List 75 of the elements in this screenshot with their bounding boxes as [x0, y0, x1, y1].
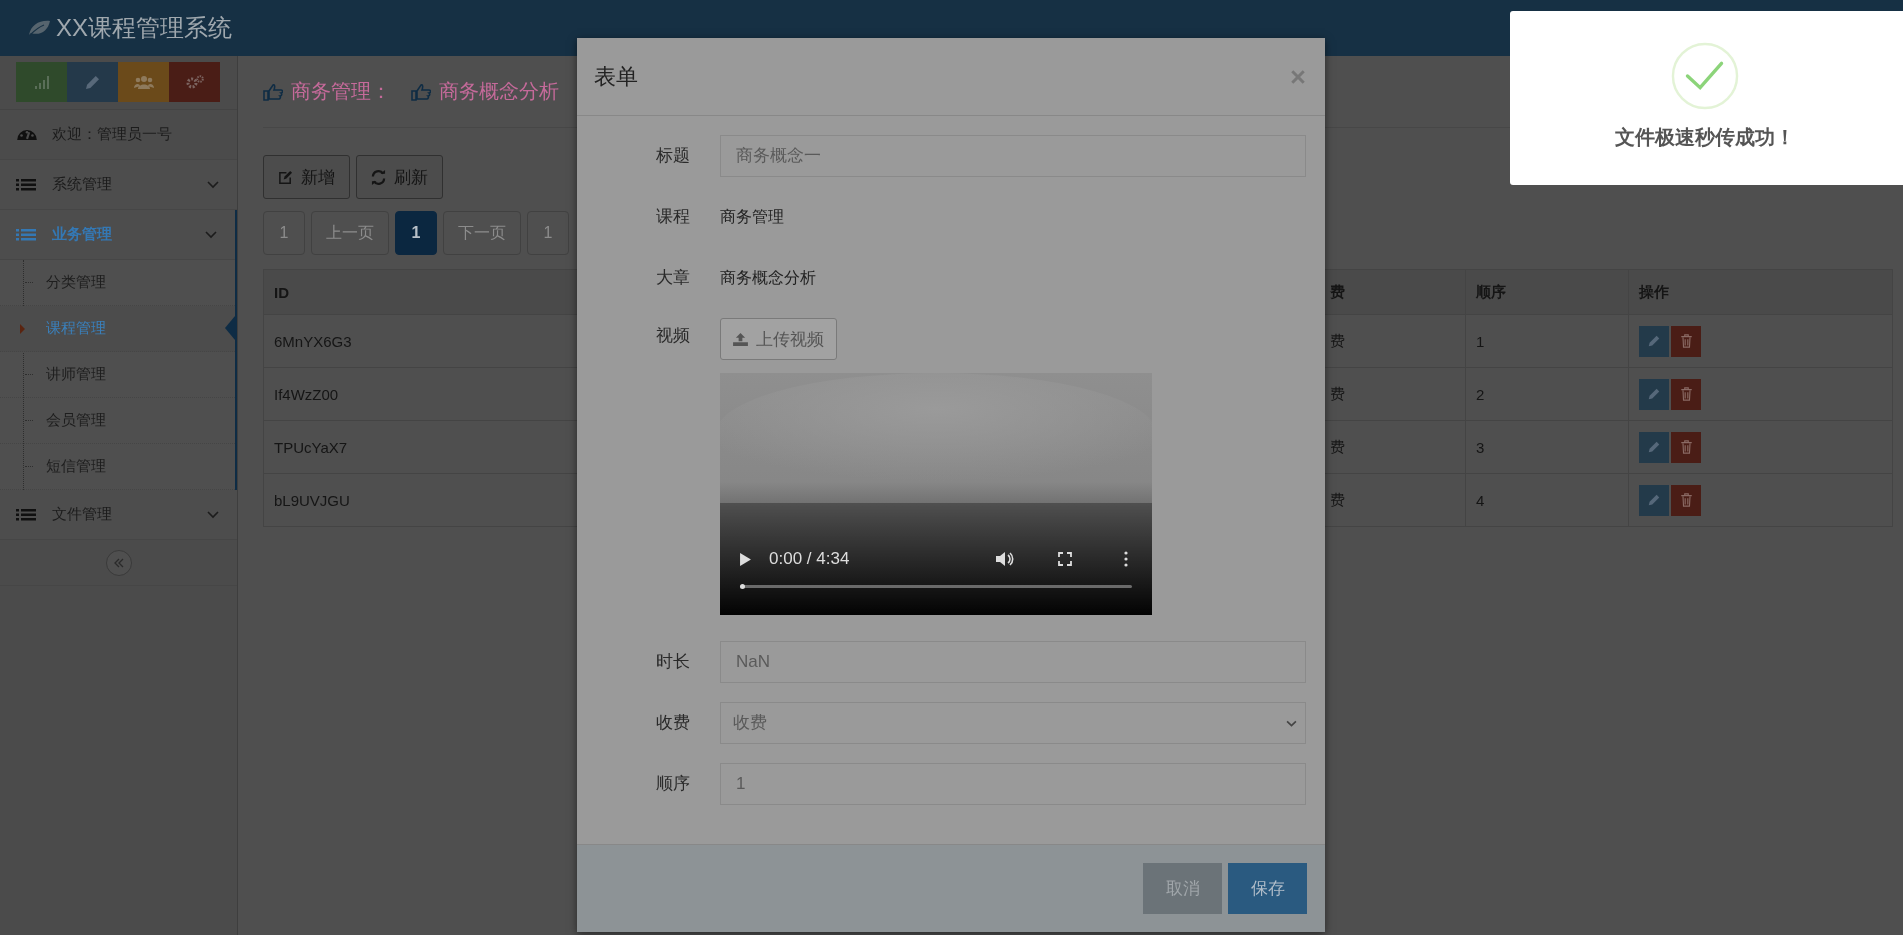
breadcrumb-item: 商务管理： [291, 79, 391, 104]
edit-button[interactable] [1639, 484, 1669, 516]
breadcrumb-item: 商务概念分析 [439, 79, 559, 104]
edit-button[interactable] [1639, 431, 1669, 463]
app-title: XX课程管理系统 [56, 13, 232, 43]
refresh-button[interactable]: 刷新 [356, 155, 443, 199]
refresh-icon [371, 169, 386, 185]
pencil-button[interactable] [67, 62, 118, 102]
field-label: 视频 [655, 325, 690, 347]
pencil-icon [1647, 334, 1661, 348]
fullscreen-icon[interactable] [1058, 552, 1072, 566]
collapse-button[interactable] [105, 549, 132, 576]
upload-button[interactable]: 上传视频 [720, 318, 837, 360]
volume-icon[interactable] [996, 551, 1014, 567]
hand-pointer-icon [263, 82, 283, 101]
add-button[interactable]: 新增 [263, 155, 350, 199]
table-cell: 3 [1465, 420, 1629, 474]
list-icon [16, 228, 36, 241]
check-circle-icon [1671, 42, 1739, 110]
field-value: 商务管理 [720, 208, 784, 225]
table-cell: 4 [1465, 473, 1629, 527]
pencil-icon [1647, 387, 1661, 401]
delete-button[interactable] [1671, 431, 1701, 463]
trash-icon [1679, 440, 1693, 454]
delete-button[interactable] [1671, 325, 1701, 357]
edit-button[interactable] [1639, 378, 1669, 410]
field-value: 商务概念分析 [720, 269, 816, 286]
chevron-down-icon [207, 511, 219, 519]
leaf-icon [28, 20, 51, 36]
delete-button[interactable] [1671, 378, 1701, 410]
toast-text: 文件极速秒传成功！ [1615, 125, 1795, 150]
select-field[interactable]: 收费 [720, 702, 1306, 744]
table-cell: 2 [1465, 367, 1629, 421]
dashboard-icon [16, 128, 38, 141]
list-icon [16, 178, 36, 191]
gears-button[interactable] [169, 62, 220, 102]
edit-button[interactable] [1639, 325, 1669, 357]
field-label: 收费 [655, 712, 690, 734]
field-label: 顺序 [655, 773, 690, 795]
edit-icon [278, 169, 293, 185]
more-icon[interactable] [1124, 551, 1128, 567]
pencil-icon [1647, 440, 1661, 454]
save-button[interactable]: 保存 [1228, 863, 1307, 914]
list-icon [16, 508, 36, 521]
pencil-icon [1647, 493, 1661, 507]
field-label: 课程 [655, 206, 690, 228]
signal-bars-icon [34, 75, 49, 89]
video-time: 0:00 / 4:34 [769, 549, 850, 569]
close-icon[interactable] [1290, 68, 1306, 85]
submenu-item[interactable]: 课程管理 [0, 306, 235, 352]
field-label: 时长 [655, 651, 690, 673]
delete-button[interactable] [1671, 484, 1701, 516]
play-icon[interactable] [740, 552, 751, 566]
users-button[interactable] [118, 62, 169, 102]
input-field[interactable]: 1 [720, 763, 1306, 805]
hand-pointer-icon [411, 82, 431, 101]
double-chevron-left-icon [112, 557, 125, 568]
trash-icon [1679, 493, 1693, 507]
input-field[interactable]: NaN [720, 641, 1306, 683]
field-label: 标题 [655, 145, 690, 167]
table-cell: 1 [1465, 314, 1629, 368]
upload-icon [733, 332, 748, 346]
gears-icon [185, 75, 204, 89]
chart-button[interactable] [16, 62, 67, 102]
users-icon [133, 75, 154, 89]
chevron-down-icon [1286, 719, 1297, 727]
field-label: 大章 [655, 267, 690, 289]
trash-icon [1679, 387, 1693, 401]
input-field[interactable]: 商务概念一 [720, 135, 1306, 177]
trash-icon [1679, 334, 1693, 348]
pencil-icon [86, 75, 99, 89]
chevron-down-icon [205, 231, 217, 239]
dialog-title: 表单 [594, 62, 638, 91]
chevron-down-icon [207, 181, 219, 189]
page-button[interactable]: 1 [395, 211, 437, 255]
